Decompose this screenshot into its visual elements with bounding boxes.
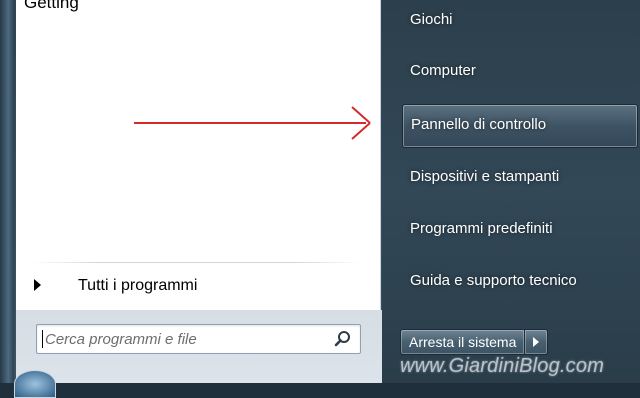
right-item-guida-e-supporto[interactable]: Guida e supporto tecnico xyxy=(402,261,630,303)
start-orb-icon[interactable] xyxy=(14,370,56,398)
left-edge xyxy=(0,0,14,383)
right-item-label: Dispositivi e stampanti xyxy=(410,168,560,185)
all-programs-label: Tutti i programmi xyxy=(78,277,198,294)
right-item-computer[interactable]: Computer xyxy=(402,51,630,93)
right-item-label: Programmi predefiniti xyxy=(410,220,553,237)
right-item-giochi[interactable]: Giochi xyxy=(402,0,630,42)
right-item-dispositivi-e-stampanti[interactable]: Dispositivi e stampanti xyxy=(402,157,630,199)
search-box[interactable] xyxy=(36,324,361,354)
search-input[interactable] xyxy=(43,328,317,350)
watermark: www.GiardiniBlog.com xyxy=(400,355,605,377)
shutdown-options-button[interactable] xyxy=(525,329,549,355)
search-area xyxy=(16,310,382,383)
red-arrow-icon xyxy=(134,106,371,140)
right-item-label: Guida e supporto tecnico xyxy=(410,272,577,289)
truncated-top-label: Getting xyxy=(24,0,79,12)
menu-separator xyxy=(32,262,362,263)
right-item-programmi-predefiniti[interactable]: Programmi predefiniti xyxy=(402,209,630,251)
shutdown-group: Arresta il sistema xyxy=(400,329,549,355)
truncated-top-item[interactable]: Getting xyxy=(16,0,136,16)
right-item-label: Giochi xyxy=(410,11,453,28)
right-item-label: Pannello di controllo xyxy=(411,116,547,133)
all-programs-button[interactable]: Tutti i programmi xyxy=(22,268,372,302)
right-item-label: Computer xyxy=(410,62,476,79)
chevron-right-icon xyxy=(533,337,540,347)
right-item-pannello-di-controllo[interactable]: Pannello di controllo xyxy=(402,104,638,148)
programs-list-panel xyxy=(16,0,381,310)
triangle-right-icon xyxy=(34,279,41,291)
shutdown-button[interactable]: Arresta il sistema xyxy=(400,329,526,355)
search-icon[interactable] xyxy=(334,330,352,348)
